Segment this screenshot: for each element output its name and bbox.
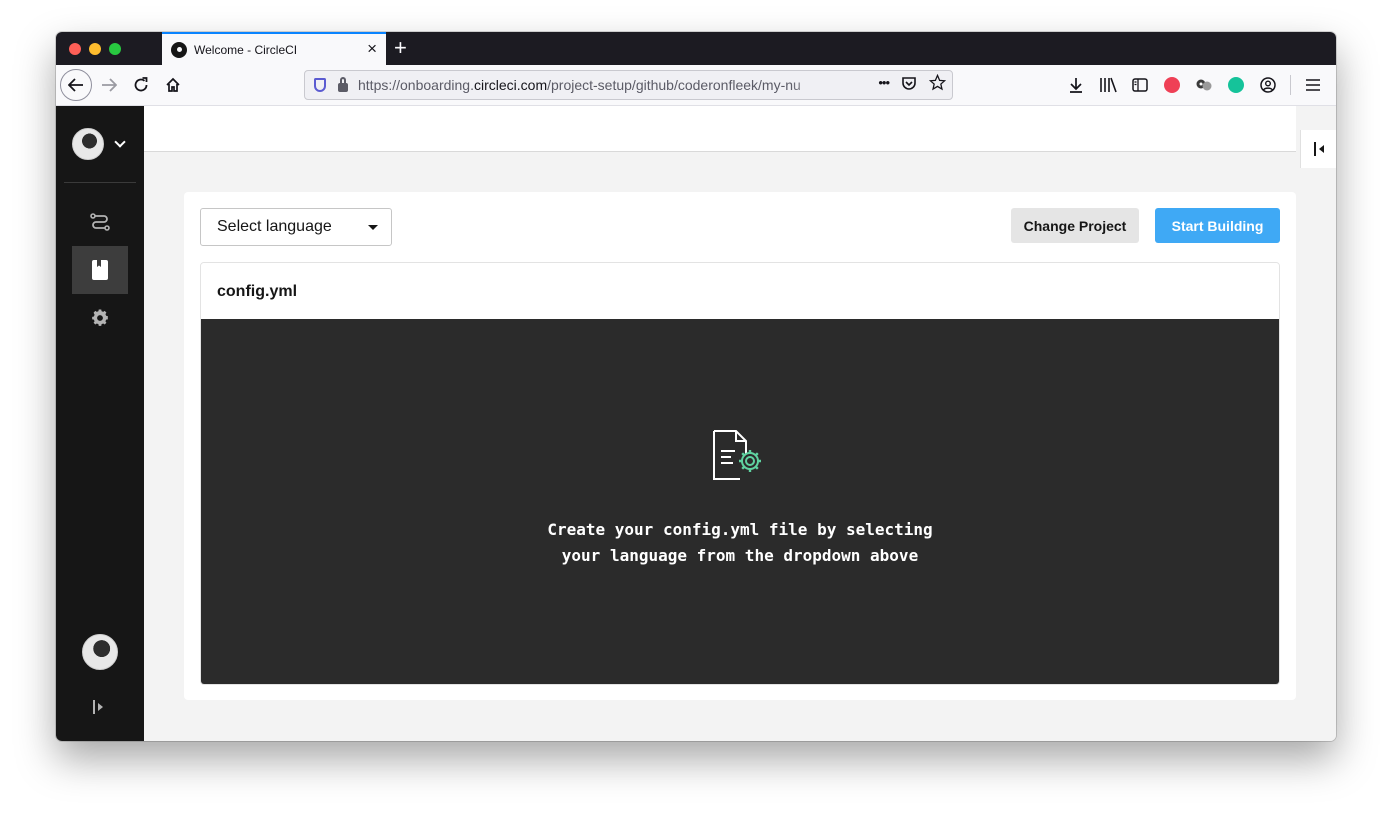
- config-file-gear-icon: [713, 430, 761, 480]
- zoom-window-button[interactable]: [109, 43, 121, 55]
- projects-icon: [92, 260, 108, 280]
- url-domain: circleci.com: [473, 77, 548, 93]
- account-icon[interactable]: [1258, 75, 1278, 95]
- new-tab-button[interactable]: +: [394, 36, 407, 60]
- tab-title: Welcome - CircleCI: [194, 42, 298, 57]
- reload-button[interactable]: [126, 70, 156, 100]
- avatar: [72, 128, 104, 160]
- url-text[interactable]: https://onboarding.circleci.com/project-…: [358, 77, 828, 93]
- tab-circleci[interactable]: Welcome - CircleCI ×: [162, 32, 386, 65]
- tracking-protection-shield-icon[interactable]: [314, 78, 326, 92]
- forward-button[interactable]: [94, 70, 124, 100]
- pipelines-icon: [90, 213, 110, 231]
- sidebar-icon[interactable]: [1130, 75, 1150, 95]
- sidebar-divider: [64, 182, 136, 183]
- minimize-window-button[interactable]: [89, 43, 101, 55]
- sidebar: [56, 106, 144, 741]
- org-switcher[interactable]: [72, 128, 126, 160]
- back-arrow-icon: [68, 78, 83, 92]
- language-select[interactable]: Select language: [200, 208, 392, 246]
- caret-down-icon: [368, 225, 378, 230]
- sidebar-item-pipelines[interactable]: [72, 198, 128, 246]
- extension-icon[interactable]: [1194, 75, 1214, 95]
- grammarly-icon[interactable]: [1226, 75, 1246, 95]
- toolbar-separator: [1290, 75, 1291, 95]
- pocket-save-icon[interactable]: [901, 75, 917, 91]
- empty-state-message: Create your config.yml file by selecting…: [201, 517, 1279, 569]
- home-button[interactable]: [158, 70, 188, 100]
- config-editor: config.yml Create your config.yml file b…: [200, 262, 1280, 685]
- tab-bar: Welcome - CircleCI × +: [56, 32, 1336, 65]
- main-content: Select language Change Project Start Bui…: [144, 106, 1336, 741]
- empty-state-line-2: your language from the dropdown above: [561, 546, 919, 565]
- editor-file-name: config.yml: [201, 263, 1279, 320]
- collapse-panel-icon: [1313, 142, 1324, 156]
- chevron-down-icon: [114, 136, 126, 148]
- close-window-button[interactable]: [69, 43, 81, 55]
- expand-sidebar-button[interactable]: [92, 700, 106, 719]
- home-icon: [166, 77, 180, 92]
- library-icon[interactable]: [1098, 75, 1118, 95]
- url-bar[interactable]: https://onboarding.circleci.com/project-…: [304, 70, 953, 100]
- empty-state-line-1: Create your config.yml file by selecting: [547, 520, 933, 539]
- download-icon[interactable]: [1066, 75, 1086, 95]
- tab-close-icon[interactable]: ×: [367, 40, 377, 58]
- circleci-app: Select language Change Project Start Bui…: [56, 106, 1336, 741]
- hamburger-menu-icon[interactable]: [1303, 75, 1323, 95]
- header-strip: [144, 106, 1296, 152]
- url-path: /project-setup/github/coderonfleek/my-nu: [547, 77, 801, 93]
- browser-window: Welcome - CircleCI × + https://onboardin…: [56, 32, 1336, 741]
- start-building-button[interactable]: Start Building: [1155, 208, 1280, 243]
- expand-sidebar-icon: [93, 700, 103, 714]
- language-select-value: Select language: [217, 218, 332, 235]
- sidebar-item-settings[interactable]: [72, 294, 128, 342]
- reload-icon: [134, 77, 148, 92]
- editor-empty-state: Create your config.yml file by selecting…: [201, 319, 1279, 684]
- settings-gear-icon: [92, 309, 108, 326]
- change-project-button[interactable]: Change Project: [1011, 208, 1139, 243]
- circleci-favicon-icon: [171, 41, 187, 58]
- sidebar-item-projects[interactable]: [72, 246, 128, 294]
- user-avatar-image: [82, 634, 118, 670]
- navigation-bar: https://onboarding.circleci.com/project-…: [56, 65, 1336, 106]
- bookmark-star-icon[interactable]: [929, 74, 946, 91]
- page-actions-icon[interactable]: •••: [878, 75, 890, 90]
- url-prefix: https://onboarding.: [358, 77, 474, 93]
- pocket-icon[interactable]: [1162, 75, 1182, 95]
- config-setup-card: Select language Change Project Start Bui…: [184, 192, 1296, 700]
- back-button[interactable]: [60, 69, 92, 101]
- lock-icon[interactable]: [338, 76, 348, 92]
- collapse-panel-button[interactable]: [1300, 130, 1336, 168]
- forward-arrow-icon: [102, 78, 117, 92]
- user-avatar[interactable]: [82, 634, 118, 670]
